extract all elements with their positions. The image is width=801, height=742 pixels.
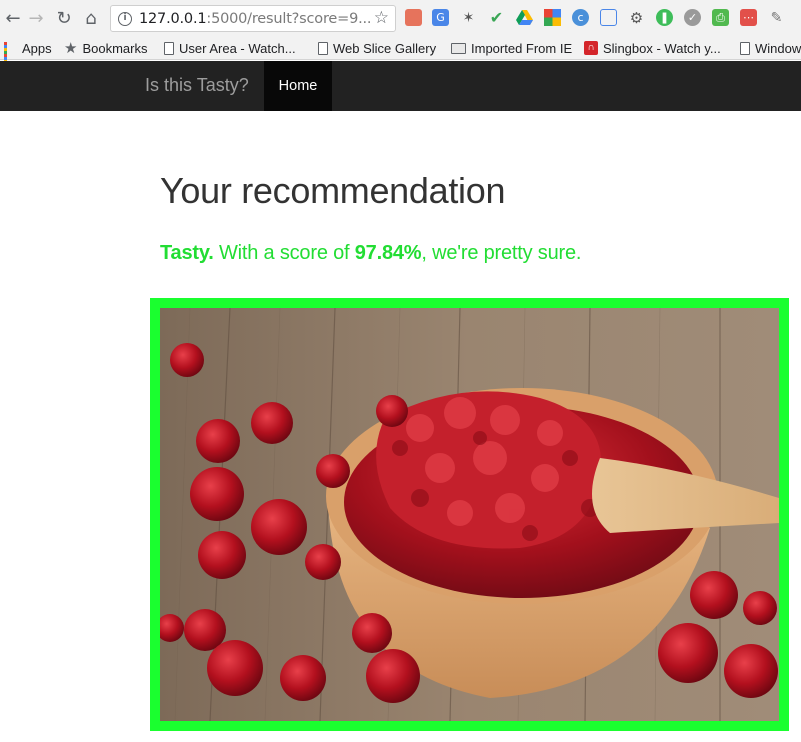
page-title: Your recommendation [160, 170, 506, 211]
star-icon: ★ [64, 39, 78, 57]
extension-print-icon[interactable]: ⎙ [712, 9, 729, 26]
extension-drive-icon[interactable] [516, 9, 533, 26]
home-icon[interactable]: ⌂ [80, 7, 102, 29]
bookmark-label: Window [755, 40, 801, 56]
food-photo [150, 298, 789, 731]
slingbox-icon: ∩ [584, 41, 598, 55]
cranberry-sauce-image [160, 308, 779, 721]
score-suffix: , we're pretty sure. [421, 242, 582, 264]
extension-gear-icon[interactable]: ⚙ [628, 9, 645, 27]
extension-translate-icon[interactable]: G [432, 9, 449, 26]
verdict-label: Tasty. [160, 242, 214, 264]
bookmark-apps[interactable]: Apps [4, 39, 52, 69]
bookmark-label: Slingbox - Watch y... [603, 40, 721, 56]
apps-grid-icon [4, 41, 17, 69]
back-arrow-icon[interactable]: ← [2, 7, 24, 29]
bookmark-label: Apps [22, 40, 52, 56]
extension-screenshot-icon[interactable] [600, 9, 617, 26]
extension-bookmark-icon[interactable] [405, 9, 422, 26]
nav-home-link[interactable]: Home [264, 61, 332, 111]
extension-photos-icon[interactable] [544, 9, 561, 26]
page-icon [164, 41, 174, 55]
extension-bug-icon[interactable]: ✶ [460, 9, 477, 26]
folder-icon [451, 42, 466, 54]
bookmark-web-slice-gallery[interactable]: Web Slice Gallery [318, 39, 436, 57]
bookmark-user-area[interactable]: User Area - Watch... [164, 39, 296, 57]
extension-check-icon[interactable]: ✔ [488, 8, 505, 27]
bookmark-star-icon[interactable]: ☆ [374, 8, 389, 28]
address-bar[interactable]: i 127.0.0.1:5000/result?score=9... ☆ [110, 5, 396, 32]
bookmark-slingbox[interactable]: ∩ Slingbox - Watch y... [584, 39, 721, 57]
extension-pause-icon[interactable]: ❚ [656, 9, 673, 26]
extension-feather-icon[interactable]: ✓ [684, 9, 701, 26]
site-info-icon[interactable]: i [118, 12, 132, 26]
bookmark-label: User Area - Watch... [179, 40, 296, 56]
bookmarks-bar: Apps ★ Bookmarks User Area - Watch... We… [0, 36, 801, 69]
bookmark-label: Web Slice Gallery [333, 40, 437, 56]
forward-arrow-icon[interactable]: → [25, 7, 47, 29]
extension-edit-icon[interactable]: ✎ [768, 9, 785, 26]
bookmark-window[interactable]: Window [740, 39, 801, 57]
site-navbar: Is this Tasty? Home [0, 61, 801, 111]
extension-c-icon[interactable]: c [572, 9, 589, 26]
bookmark-bookmarks[interactable]: ★ Bookmarks [64, 39, 147, 57]
score-value: 97.84% [354, 242, 422, 264]
browser-toolbar: ← → ↻ ⌂ i 127.0.0.1:5000/result?score=9.… [0, 0, 801, 36]
site-brand-link[interactable]: Is this Tasty? [145, 75, 249, 96]
extension-menu-icon[interactable]: ⋯ [740, 9, 757, 26]
verdict-text: Tasty. With a score of 97.84%, we're pre… [160, 242, 581, 265]
score-prefix: With a score of [219, 242, 350, 264]
bookmark-imported-from-ie[interactable]: Imported From IE [451, 39, 572, 57]
page-icon [318, 41, 328, 55]
bookmark-label: Bookmarks [82, 40, 148, 56]
reload-icon[interactable]: ↻ [53, 7, 75, 29]
page-icon [740, 41, 750, 55]
address-url[interactable]: 127.0.0.1:5000/result?score=9... [139, 11, 372, 27]
bookmark-label: Imported From IE [471, 40, 573, 56]
